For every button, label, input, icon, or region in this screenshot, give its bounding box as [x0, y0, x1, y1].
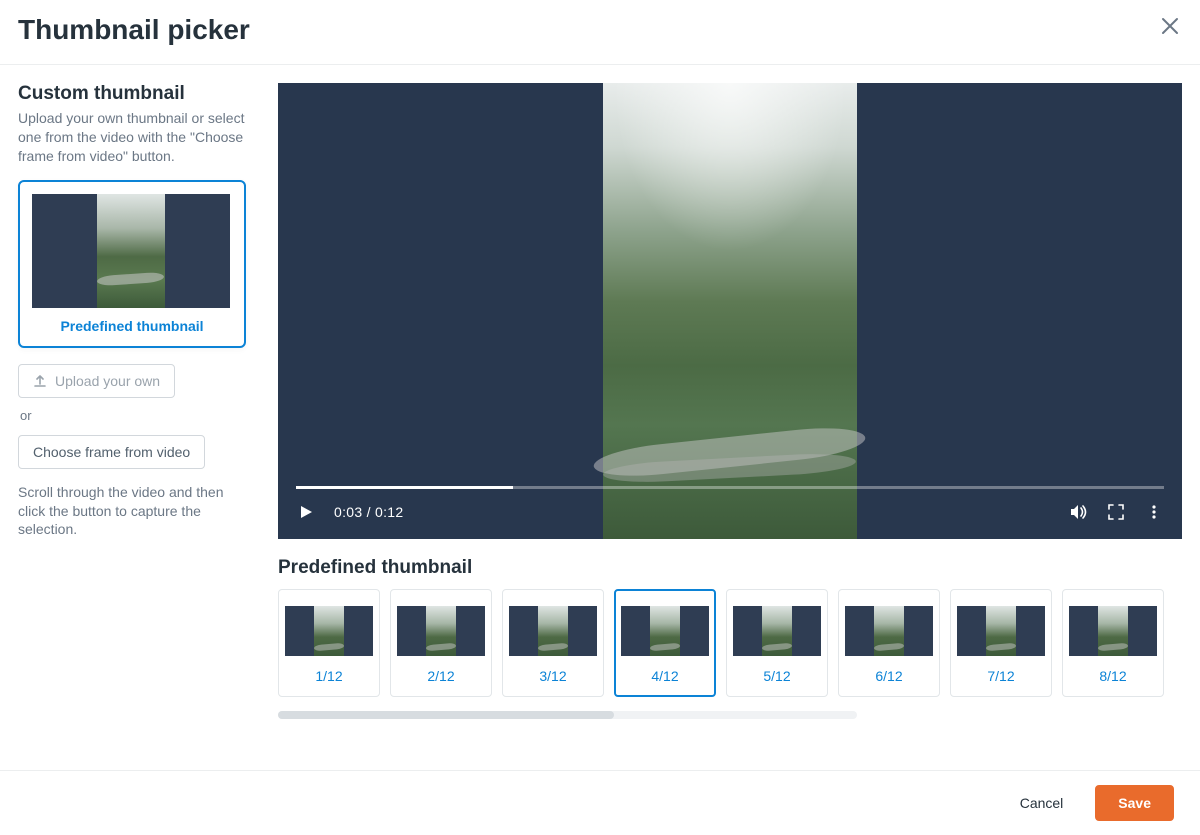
thumbnail-preview	[509, 606, 597, 656]
play-button[interactable]	[296, 502, 316, 522]
fullscreen-icon	[1107, 503, 1125, 521]
thumbnail-preview	[957, 606, 1045, 656]
more-button[interactable]	[1144, 502, 1164, 522]
upload-button[interactable]: Upload your own	[18, 364, 175, 398]
thumbnail-item[interactable]: 5/12	[726, 589, 828, 697]
volume-button[interactable]	[1068, 502, 1088, 522]
or-separator: or	[20, 408, 246, 423]
video-time-display: 0:03 / 0:12	[334, 504, 403, 520]
thumbnail-label: 4/12	[621, 668, 709, 684]
close-icon	[1161, 17, 1179, 35]
thumbnail-item[interactable]: 8/12	[1062, 589, 1164, 697]
thumbnail-label: 2/12	[397, 668, 485, 684]
upload-icon	[33, 374, 47, 388]
volume-icon	[1068, 502, 1088, 522]
more-vertical-icon	[1146, 504, 1162, 520]
thumbnail-item[interactable]: 1/12	[278, 589, 380, 697]
sidebar-hint: Scroll through the video and then click …	[18, 483, 246, 540]
cancel-button-label: Cancel	[1020, 795, 1064, 811]
choose-frame-button-label: Choose frame from video	[33, 444, 190, 460]
thumbnail-label: 1/12	[285, 668, 373, 684]
thumbnail-item[interactable]: 7/12	[950, 589, 1052, 697]
thumbnail-item[interactable]: 6/12	[838, 589, 940, 697]
thumbnail-label: 6/12	[845, 668, 933, 684]
main-area: 0:03 / 0:12 Predefined thumbnail 1/	[278, 83, 1182, 770]
save-button-label: Save	[1118, 795, 1151, 811]
thumbnail-item[interactable]: 3/12	[502, 589, 604, 697]
thumbnail-item[interactable]: 2/12	[390, 589, 492, 697]
thumbnail-label: 3/12	[509, 668, 597, 684]
thumbnail-preview	[1069, 606, 1157, 656]
thumbnails-section-title: Predefined thumbnail	[278, 557, 1182, 579]
close-button[interactable]	[1158, 14, 1182, 38]
fullscreen-button[interactable]	[1106, 502, 1126, 522]
thumbnail-preview	[285, 606, 373, 656]
thumbnail-preview	[621, 606, 709, 656]
play-icon	[298, 504, 314, 520]
thumbnail-preview	[733, 606, 821, 656]
video-player[interactable]: 0:03 / 0:12	[278, 83, 1182, 539]
thumbnails-list[interactable]: 1/12 2/12 3/12 4/12 5/12 6/12 7/12 8/12	[278, 589, 1182, 711]
current-thumbnail-preview	[32, 194, 230, 308]
modal-footer: Cancel Save	[0, 770, 1200, 835]
upload-button-label: Upload your own	[55, 373, 160, 389]
thumbnails-scrollbar[interactable]	[278, 711, 857, 719]
thumbnail-label: 5/12	[733, 668, 821, 684]
video-controls: 0:03 / 0:12	[278, 485, 1182, 539]
thumbnail-item[interactable]: 4/12	[614, 589, 716, 697]
choose-frame-button[interactable]: Choose frame from video	[18, 435, 205, 469]
thumbnail-label: 8/12	[1069, 668, 1157, 684]
thumbnail-label: 7/12	[957, 668, 1045, 684]
sidebar-heading: Custom thumbnail	[18, 83, 246, 105]
page-title: Thumbnail picker	[18, 14, 250, 46]
sidebar: Custom thumbnail Upload your own thumbna…	[18, 83, 246, 770]
cancel-button[interactable]: Cancel	[1006, 787, 1078, 819]
thumbnail-preview	[845, 606, 933, 656]
current-thumbnail-label: Predefined thumbnail	[32, 318, 232, 334]
thumbnail-preview	[397, 606, 485, 656]
modal-header: Thumbnail picker	[0, 0, 1200, 65]
save-button[interactable]: Save	[1095, 785, 1174, 821]
sidebar-description: Upload your own thumbnail or select one …	[18, 109, 246, 166]
current-thumbnail-card[interactable]: Predefined thumbnail	[18, 180, 246, 348]
